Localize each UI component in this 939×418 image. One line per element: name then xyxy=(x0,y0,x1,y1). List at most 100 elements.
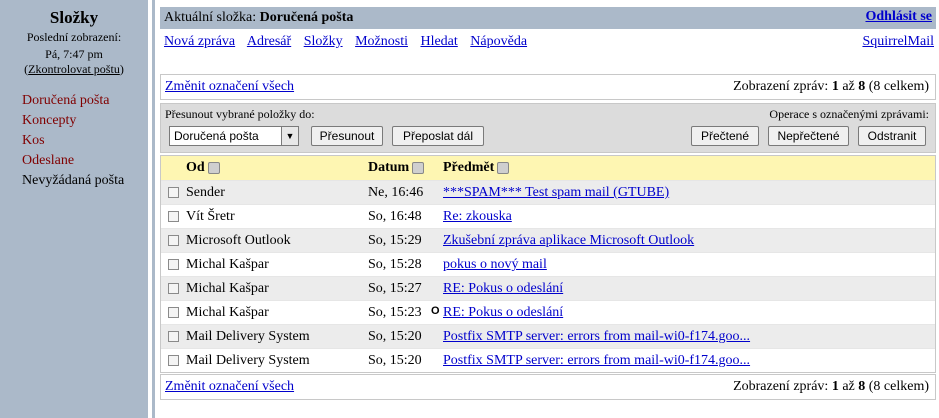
row-date: So, 15:20 xyxy=(368,329,422,344)
header-date-label: Datum xyxy=(368,160,410,175)
chevron-down-icon[interactable]: ▼ xyxy=(281,127,298,145)
row-subject[interactable]: pokus o nový mail xyxy=(443,257,547,273)
table-row[interactable]: Michal Kašpar So, 15:23 O RE: Pokus o od… xyxy=(161,300,935,324)
row-subject[interactable]: Zkušební zpráva aplikace Microsoft Outlo… xyxy=(443,233,694,249)
last-refresh-time: Pá, 7:47 pm xyxy=(45,47,103,61)
message-count-total: (8 celkem) xyxy=(868,79,929,94)
table-row[interactable]: Vít Šretr So, 16:48 Re: zkouska xyxy=(161,204,935,228)
sidebar-item-trash[interactable]: Kos xyxy=(22,131,148,151)
current-folder-bar: Aktuální složka: Doručená pošta Odhlásit… xyxy=(160,7,936,29)
folder-list: Doručená pošta Koncepty Kos Odeslane Nev… xyxy=(0,91,148,191)
row-from: Michal Kašpar xyxy=(186,281,269,296)
actions-bar: Přesunout vybrané položky do: Operace s … xyxy=(160,103,936,153)
menu-addresses[interactable]: Adresář xyxy=(247,34,291,49)
sort-icon[interactable] xyxy=(497,161,510,174)
row-date: So, 15:20 xyxy=(368,353,422,368)
forward-button[interactable]: Přeposlat dál xyxy=(392,126,484,146)
last-refresh-label: Poslední zobrazení: xyxy=(26,30,122,44)
header-subject[interactable]: Předmět xyxy=(443,160,510,176)
pane-divider-bar xyxy=(152,0,155,418)
row-subject[interactable]: Postfix SMTP server: errors from mail-wi… xyxy=(443,353,750,369)
message-count-prefix: Zobrazení zpráv: xyxy=(733,379,829,394)
row-checkbox[interactable] xyxy=(168,187,179,198)
move-label: Přesunout vybrané položky do: xyxy=(165,107,315,121)
sidebar-title: Složky xyxy=(49,8,99,27)
menu-help[interactable]: Nápověda xyxy=(470,34,527,49)
table-header: Od Datum Předmět xyxy=(161,156,935,180)
row-checkbox[interactable] xyxy=(168,259,179,270)
table-row[interactable]: Microsoft Outlook So, 15:29 Zkušební zpr… xyxy=(161,228,935,252)
header-from[interactable]: Od xyxy=(186,160,220,176)
current-folder-name: Doručená pošta xyxy=(259,10,354,25)
paging-bar-bottom: Změnit označení všech Zobrazení zpráv: 1… xyxy=(160,374,936,400)
row-date: So, 15:28 xyxy=(368,257,422,272)
message-table: Od Datum Předmět Sender Ne, 16:46 ***SPA… xyxy=(160,155,936,373)
row-subject[interactable]: ***SPAM*** Test spam mail (GTUBE) xyxy=(443,185,669,201)
row-subject[interactable]: Postfix SMTP server: errors from mail-wi… xyxy=(443,329,750,345)
paging-bar-top: Změnit označení všech Zobrazení zpráv: 1… xyxy=(160,74,936,100)
toggle-all-link-top[interactable]: Změnit označení všech xyxy=(165,79,294,95)
check-mail-link[interactable]: Zkontrolovat poštu xyxy=(28,62,120,76)
message-count-to-word: až xyxy=(842,79,855,94)
squirrelmail-link[interactable]: SquirrelMail xyxy=(862,34,934,50)
move-target-value: Doručená pošta xyxy=(174,129,259,143)
mark-unread-button[interactable]: Nepřečtené xyxy=(768,126,849,146)
message-count-from: 1 xyxy=(831,79,839,94)
row-date: So, 16:48 xyxy=(368,209,422,224)
header-date[interactable]: Datum xyxy=(368,160,425,176)
row-checkbox[interactable] xyxy=(168,283,179,294)
toggle-all-link-bottom[interactable]: Změnit označení všech xyxy=(165,379,294,395)
table-row[interactable]: Mail Delivery System So, 15:20 Postfix S… xyxy=(161,324,935,348)
sort-icon[interactable] xyxy=(207,161,220,174)
message-count-top: Zobrazení zpráv: 1 až 8 (8 celkem) xyxy=(733,79,929,95)
row-flag: O xyxy=(431,305,440,317)
menu-options[interactable]: Možnosti xyxy=(355,34,408,49)
delete-button[interactable]: Odstranit xyxy=(858,126,926,146)
check-mail-close-paren: ) xyxy=(119,62,124,76)
row-checkbox[interactable] xyxy=(168,307,179,318)
row-checkbox[interactable] xyxy=(168,211,179,222)
sidebar-item-junk[interactable]: Nevyžádaná pošta xyxy=(22,171,148,191)
row-from: Mail Delivery System xyxy=(186,353,310,368)
menu-folders[interactable]: Složky xyxy=(304,34,343,49)
check-mail: (Zkontrolovat poštu) xyxy=(0,62,148,77)
menu-search[interactable]: Hledat xyxy=(420,34,457,49)
row-date: So, 15:27 xyxy=(368,281,422,296)
sidebar-item-inbox[interactable]: Doručená pošta xyxy=(22,91,148,111)
row-checkbox[interactable] xyxy=(168,235,179,246)
table-row[interactable]: Mail Delivery System So, 15:20 Postfix S… xyxy=(161,348,935,372)
message-count-to: 8 xyxy=(858,79,866,94)
row-date: Ne, 16:46 xyxy=(368,185,424,200)
row-date: So, 15:23 xyxy=(368,305,422,320)
folder-sidebar: Složky Poslední zobrazení: Pá, 7:47 pm (… xyxy=(0,0,148,418)
row-subject[interactable]: RE: Pokus o odeslání xyxy=(443,281,563,297)
row-subject[interactable]: RE: Pokus o odeslání xyxy=(443,305,563,321)
main-menu: Nová zpráva Adresář Složky Možnosti Hled… xyxy=(164,34,536,50)
current-folder: Aktuální složka: Doručená pošta xyxy=(164,10,353,26)
sidebar-item-drafts[interactable]: Koncepty xyxy=(22,111,148,131)
row-from: Vít Šretr xyxy=(186,209,235,224)
logout-link[interactable]: Odhlásit se xyxy=(865,9,932,25)
sort-icon[interactable] xyxy=(412,161,425,174)
message-count-to-word: až xyxy=(842,379,855,394)
row-date: So, 15:29 xyxy=(368,233,422,248)
move-button[interactable]: Přesunout xyxy=(311,126,383,146)
move-target-select[interactable]: Doručená pošta ▼ xyxy=(169,126,299,146)
message-count-from: 1 xyxy=(831,379,839,394)
table-row[interactable]: Michal Kašpar So, 15:27 RE: Pokus o odes… xyxy=(161,276,935,300)
table-row[interactable]: Sender Ne, 16:46 ***SPAM*** Test spam ma… xyxy=(161,180,935,204)
message-count-to: 8 xyxy=(858,379,866,394)
message-count-total: (8 celkem) xyxy=(868,379,929,394)
row-subject[interactable]: Re: zkouska xyxy=(443,209,512,225)
menu-compose[interactable]: Nová zpráva xyxy=(164,34,235,49)
row-from: Microsoft Outlook xyxy=(186,233,291,248)
row-checkbox[interactable] xyxy=(168,331,179,342)
sidebar-item-sent[interactable]: Odeslane xyxy=(22,151,148,171)
header-from-label: Od xyxy=(186,160,205,175)
mark-read-button[interactable]: Přečtené xyxy=(691,126,759,146)
marked-label: Operace s označenými zprávami: xyxy=(769,107,929,121)
header-subject-label: Předmět xyxy=(443,160,495,175)
row-checkbox[interactable] xyxy=(168,355,179,366)
table-row[interactable]: Michal Kašpar So, 15:28 pokus o nový mai… xyxy=(161,252,935,276)
current-folder-label: Aktuální složka: xyxy=(164,10,257,25)
